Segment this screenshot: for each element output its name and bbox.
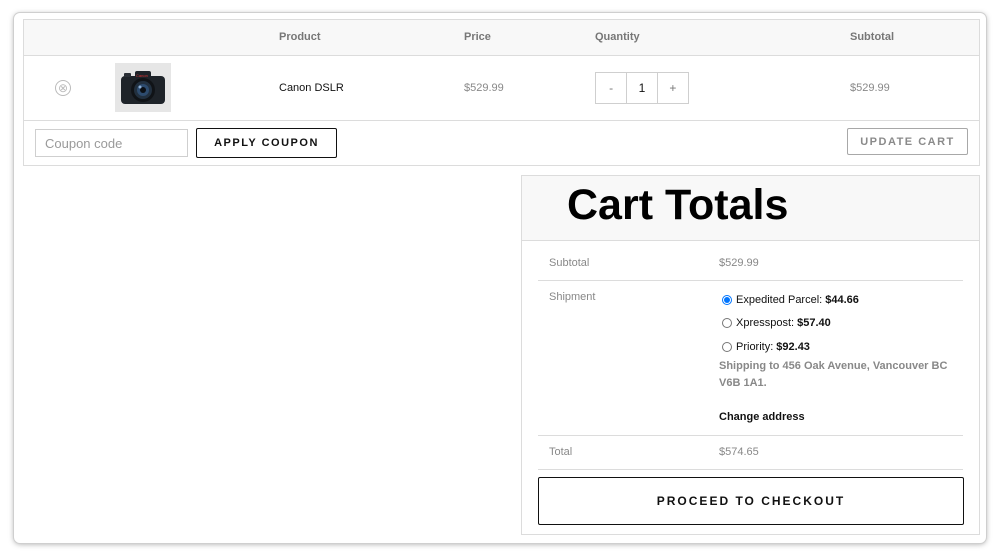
column-product: Product: [279, 31, 321, 43]
item-subtotal: $529.99: [850, 82, 890, 94]
apply-coupon-button[interactable]: APPLY COUPON: [196, 128, 337, 158]
column-subtotal: Subtotal: [850, 31, 894, 43]
quantity-increase-button[interactable]: +: [658, 73, 688, 103]
cart-totals-panel: Cart Totals Subtotal $529.99 Shipment Ex…: [521, 175, 980, 535]
shipping-option-name: Priority:: [736, 341, 774, 353]
column-price: Price: [464, 31, 491, 43]
remove-item-icon[interactable]: ⊗: [55, 80, 71, 96]
shipping-option-price: $44.66: [825, 294, 859, 306]
total-label: Total: [549, 446, 573, 458]
product-price: $529.99: [464, 82, 504, 94]
coupon-code-input[interactable]: [35, 129, 188, 157]
column-quantity: Quantity: [595, 31, 640, 43]
shipping-option-xpresspost[interactable]: Xpresspost: $57.40: [722, 316, 831, 330]
shipping-destination-text: Shipping to 456 Oak Avenue, Vancouver BC…: [719, 360, 948, 389]
svg-text:Canon: Canon: [136, 73, 148, 78]
update-cart-button[interactable]: UPDATE CART: [847, 128, 968, 155]
shipping-option-priority[interactable]: Priority: $92.43: [722, 340, 810, 354]
change-address-link[interactable]: Change address: [719, 411, 805, 423]
shipping-radio-expedited[interactable]: [722, 295, 732, 305]
shipping-option-price: $92.43: [776, 341, 810, 353]
divider: [538, 280, 963, 281]
quantity-stepper: - 1 +: [595, 72, 689, 104]
shipping-option-expedited[interactable]: Expedited Parcel: $44.66: [722, 293, 859, 307]
divider: [538, 469, 963, 470]
cart-item-row: ⊗ Canon Canon DSLR $529.99 - 1 + $529.99: [24, 56, 979, 121]
shipping-option-name: Expedited Parcel:: [736, 294, 823, 306]
shipping-option-price: $57.40: [797, 317, 831, 329]
cart-totals-header: Cart Totals: [522, 176, 979, 241]
shipment-label: Shipment: [549, 291, 596, 303]
quantity-value[interactable]: 1: [626, 73, 658, 103]
shipping-radio-priority[interactable]: [722, 342, 732, 352]
cart-table-header: Product Price Quantity Subtotal: [24, 20, 979, 56]
shipping-radio-xpresspost[interactable]: [722, 318, 732, 328]
product-name[interactable]: Canon DSLR: [279, 82, 344, 94]
subtotal-label: Subtotal: [549, 257, 590, 269]
cart-totals-title: Cart Totals: [567, 181, 789, 229]
total-value: $574.65: [719, 446, 759, 458]
cart-table: Product Price Quantity Subtotal ⊗ Canon: [23, 19, 980, 166]
cart-page: Product Price Quantity Subtotal ⊗ Canon: [14, 13, 986, 543]
subtotal-value: $529.99: [719, 257, 759, 269]
proceed-to-checkout-button[interactable]: PROCEED TO CHECKOUT: [538, 477, 964, 525]
camera-photo-icon[interactable]: Canon: [115, 63, 171, 112]
shipping-option-name: Xpresspost:: [736, 317, 795, 329]
quantity-decrease-button[interactable]: -: [596, 73, 626, 103]
divider: [538, 435, 963, 436]
